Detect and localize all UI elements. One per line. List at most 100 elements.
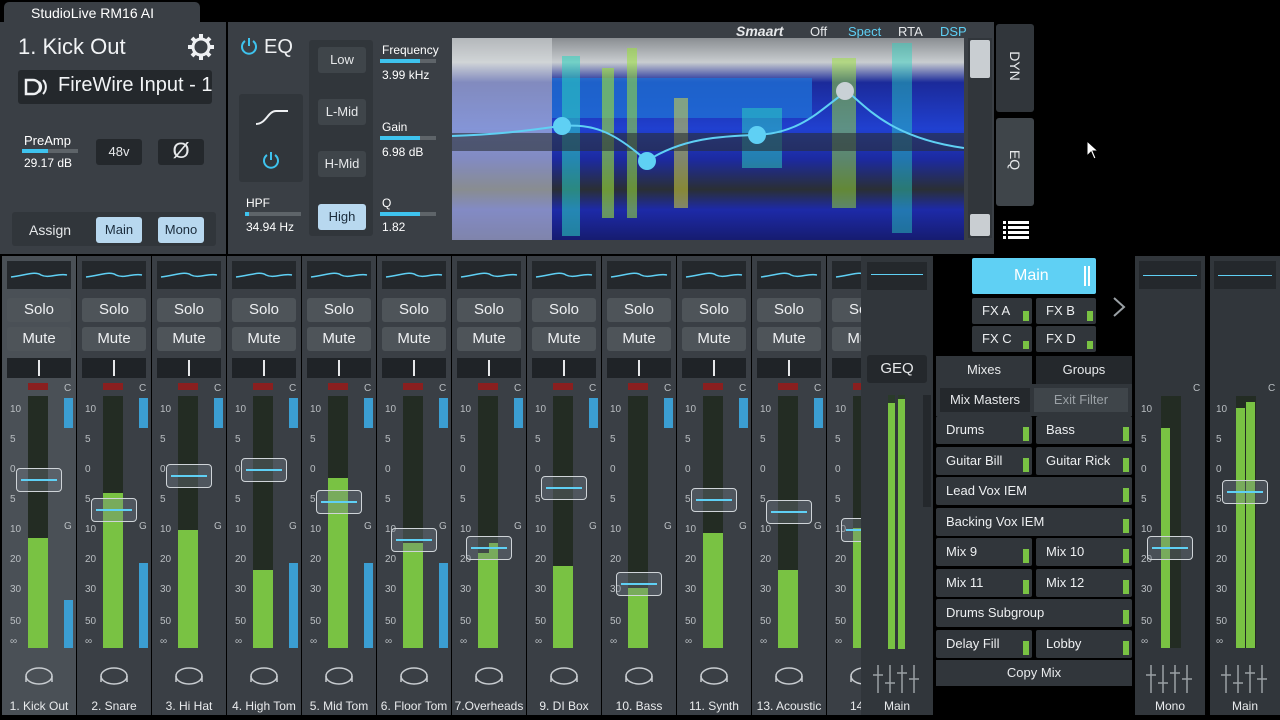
fader-cap[interactable]: [616, 572, 662, 596]
mix-item[interactable]: Mix 10: [1036, 538, 1132, 566]
fader-track[interactable]: [178, 396, 198, 648]
fader-cap[interactable]: [1147, 536, 1193, 560]
eq-thumbnail[interactable]: [382, 261, 446, 289]
fader-track[interactable]: [28, 396, 48, 648]
phase-invert-button[interactable]: Ø: [158, 139, 204, 165]
fader-cap[interactable]: [1222, 480, 1268, 504]
q-meter[interactable]: [380, 212, 436, 216]
exit-filter-button[interactable]: Exit Filter: [1034, 388, 1128, 412]
mix-item[interactable]: Mix 11: [936, 568, 1032, 597]
mute-button[interactable]: Mute: [232, 327, 296, 351]
mute-button[interactable]: Mute: [157, 327, 221, 351]
mode-rta[interactable]: RTA: [898, 24, 923, 39]
fader-track[interactable]: [103, 396, 123, 648]
assign-mono-button[interactable]: Mono: [158, 217, 204, 243]
mute-button[interactable]: Mute: [607, 327, 671, 351]
fader-track[interactable]: [403, 396, 423, 648]
mute-button[interactable]: Mute: [382, 327, 446, 351]
mode-off[interactable]: Off: [810, 24, 827, 39]
fx-a-button[interactable]: FX A: [972, 298, 1032, 324]
fx-b-button[interactable]: FX B: [1036, 298, 1096, 324]
solo-button[interactable]: Solo: [307, 298, 371, 322]
solo-button[interactable]: Solo: [382, 298, 446, 322]
eq-thumbnail[interactable]: [82, 261, 146, 289]
eq-thumbnail[interactable]: [457, 261, 521, 289]
solo-button[interactable]: Solo: [607, 298, 671, 322]
fader-cap[interactable]: [391, 528, 437, 552]
pan-control[interactable]: [607, 358, 671, 378]
solo-button[interactable]: Solo: [532, 298, 596, 322]
solo-button[interactable]: Solo: [7, 298, 71, 322]
phantom-power-button[interactable]: 48v: [96, 139, 142, 165]
eq-thumbnail[interactable]: [307, 261, 371, 289]
eq-thumbnail[interactable]: [682, 261, 746, 289]
pan-control[interactable]: [532, 358, 596, 378]
chevron-right-icon[interactable]: [1112, 296, 1126, 318]
mode-spect[interactable]: Spect: [848, 24, 881, 39]
assign-main-button[interactable]: Main: [96, 217, 142, 243]
solo-button[interactable]: Solo: [157, 298, 221, 322]
mix-masters-button[interactable]: Mix Masters: [940, 388, 1030, 412]
fader-cap[interactable]: [466, 536, 512, 560]
band-hmid-button[interactable]: H-Mid: [318, 151, 366, 177]
pan-control[interactable]: [457, 358, 521, 378]
fader-track[interactable]: [553, 396, 573, 648]
mix-item[interactable]: Backing Vox IEM: [936, 507, 1132, 536]
fader-track[interactable]: [253, 396, 273, 648]
mute-button[interactable]: Mute: [307, 327, 371, 351]
power-icon[interactable]: [239, 36, 259, 56]
eq-thumbnail[interactable]: [757, 261, 821, 289]
eq-thumbnail[interactable]: [232, 261, 296, 289]
fader-cap[interactable]: [241, 458, 287, 482]
solo-button[interactable]: Solo: [457, 298, 521, 322]
eq-scroll-handle-bottom[interactable]: [970, 214, 990, 236]
mute-button[interactable]: Mute: [457, 327, 521, 351]
mute-button[interactable]: Mute: [757, 327, 821, 351]
tab-groups[interactable]: Groups: [1036, 356, 1132, 384]
list-view-icon[interactable]: [1003, 220, 1029, 240]
mix-item[interactable]: Delay Fill: [936, 629, 1032, 658]
band-lmid-button[interactable]: L-Mid: [318, 99, 366, 125]
fader-cap[interactable]: [16, 468, 62, 492]
mix-item[interactable]: Mix 9: [936, 538, 1032, 566]
mix-item[interactable]: Bass: [1036, 416, 1132, 444]
band-high-button[interactable]: High: [318, 204, 366, 230]
fader-cap[interactable]: [541, 476, 587, 500]
fader-track[interactable]: [328, 396, 348, 648]
gain-meter[interactable]: [380, 136, 436, 140]
device-tab[interactable]: StudioLive RM16 AI: [4, 2, 200, 24]
geq-button[interactable]: GEQ: [867, 355, 927, 383]
hpf-power-icon[interactable]: [261, 150, 281, 170]
pan-control[interactable]: [382, 358, 446, 378]
solo-button[interactable]: Solo: [682, 298, 746, 322]
band-low-button[interactable]: Low: [318, 47, 366, 73]
fader-cap[interactable]: [91, 498, 137, 522]
mute-button[interactable]: Mute: [532, 327, 596, 351]
hpf-meter[interactable]: [245, 212, 301, 216]
fader-cap[interactable]: [691, 488, 737, 512]
pan-control[interactable]: [307, 358, 371, 378]
mix-item[interactable]: Drums Subgroup: [936, 599, 1132, 627]
solo-button[interactable]: Solo: [232, 298, 296, 322]
gear-icon[interactable]: [186, 32, 216, 62]
preamp-meter[interactable]: [22, 149, 78, 153]
pan-control[interactable]: [7, 358, 71, 378]
tab-eq[interactable]: EQ: [996, 118, 1034, 206]
fader-track[interactable]: [628, 396, 648, 648]
eq-thumbnail[interactable]: [7, 261, 71, 289]
copy-mix-button[interactable]: Copy Mix: [936, 660, 1132, 686]
fx-c-button[interactable]: FX C: [972, 326, 1032, 352]
pan-control[interactable]: [682, 358, 746, 378]
eq-thumbnail[interactable]: [607, 261, 671, 289]
mix-item[interactable]: Guitar Rick: [1036, 446, 1132, 475]
pan-control[interactable]: [157, 358, 221, 378]
pan-control[interactable]: [757, 358, 821, 378]
mix-item[interactable]: Guitar Bill: [936, 446, 1032, 475]
main-mix-button[interactable]: Main: [972, 258, 1096, 294]
output-eq-thumb[interactable]: [1214, 261, 1276, 289]
channel-name[interactable]: 1. Kick Out: [18, 34, 126, 60]
output-eq-thumb[interactable]: [1139, 261, 1201, 289]
fader-cap[interactable]: [316, 490, 362, 514]
solo-button[interactable]: Solo: [757, 298, 821, 322]
spectrogram[interactable]: [452, 38, 964, 240]
